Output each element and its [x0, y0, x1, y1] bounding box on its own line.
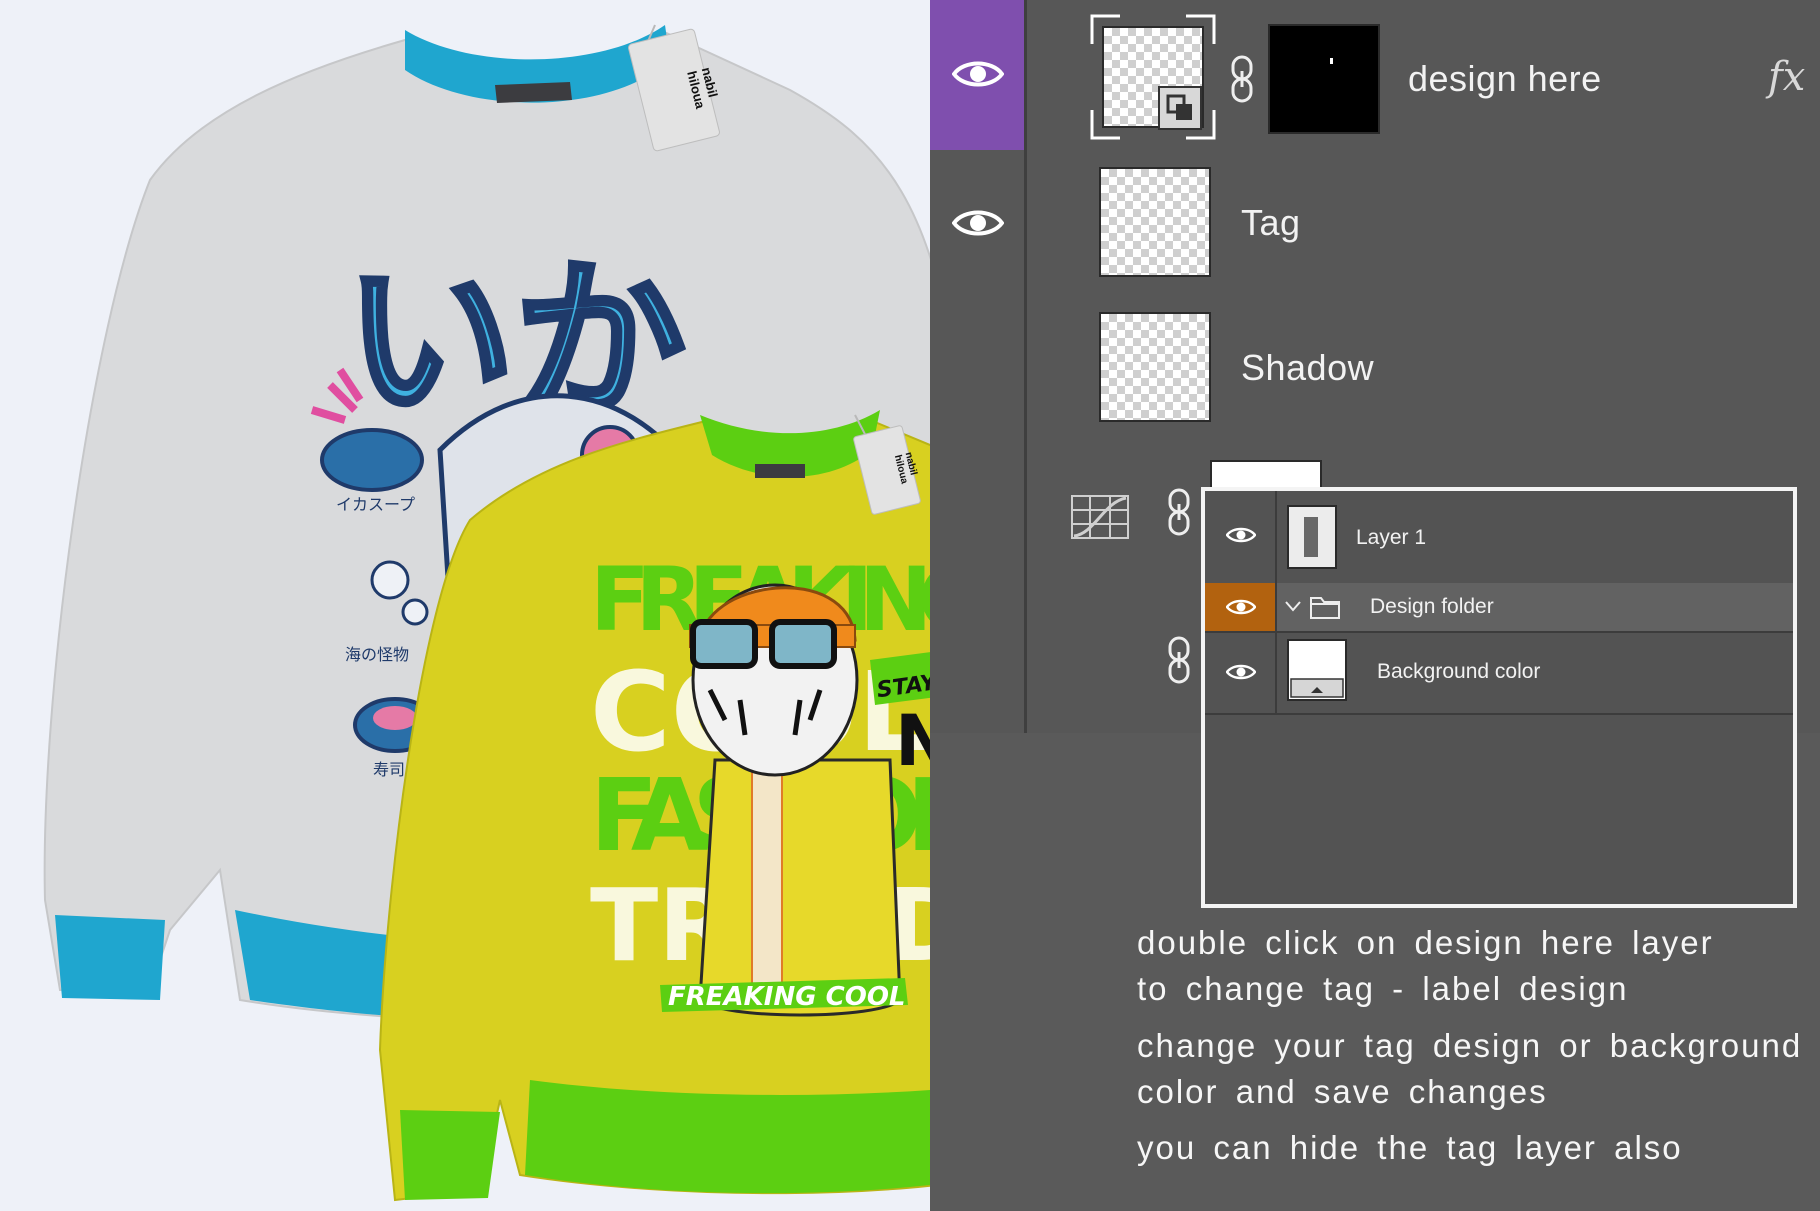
- layer-row-design-here[interactable]: design here fx: [930, 0, 1820, 153]
- inset-layer-name-layer-1[interactable]: Layer 1: [1356, 526, 1426, 550]
- inset-layer-name-background-color[interactable]: Background color: [1377, 660, 1540, 684]
- instruction-line-3: change your tag design or background: [1137, 1027, 1803, 1064]
- soup-bowl-graphic: [320, 428, 424, 492]
- visibility-toggle[interactable]: [1205, 631, 1277, 713]
- tiger-glasses-right-graphic: [769, 619, 837, 669]
- eye-icon[interactable]: [952, 206, 1004, 240]
- eye-icon[interactable]: [1225, 525, 1257, 550]
- layer-name-shadow[interactable]: Shadow: [1241, 347, 1374, 389]
- instruction-line-2: to change tag - label design: [1137, 970, 1629, 1007]
- layer-name-design-here[interactable]: design here: [1408, 58, 1602, 100]
- curves-adjustment-icon: [1070, 494, 1130, 545]
- smart-object-badge-icon: [1158, 86, 1202, 130]
- chevron-down-icon[interactable]: [1285, 599, 1301, 617]
- visibility-toggle[interactable]: [930, 0, 1027, 150]
- tiger-jacket-graphic: [698, 758, 902, 1017]
- tag-layer-thumbnail: [1287, 505, 1337, 569]
- instruction-line-1: double click on design here layer: [1137, 924, 1714, 961]
- visibility-toggle[interactable]: [1205, 491, 1277, 583]
- inset-layer-name-design-folder[interactable]: Design folder: [1370, 595, 1494, 619]
- tiger-glasses-left-graphic: [690, 619, 758, 669]
- bubble-graphic: [401, 598, 429, 626]
- visibility-toggle[interactable]: [930, 588, 1027, 733]
- chain-link-icon[interactable]: [1167, 488, 1191, 541]
- sushi-topping-graphic: [373, 706, 417, 730]
- front-sweatshirt-waistband: [525, 1080, 930, 1194]
- fill-layer-thumbnail[interactable]: [1287, 639, 1347, 701]
- chain-link-icon[interactable]: [1230, 55, 1254, 108]
- front-sweatshirt-left-cuff: [400, 1110, 500, 1200]
- inset-row-layer-1[interactable]: Layer 1: [1205, 491, 1793, 585]
- visibility-toggle[interactable]: [930, 150, 1027, 295]
- visibility-toggle[interactable]: [930, 295, 1027, 440]
- layer-thumbnail: [1099, 167, 1211, 277]
- mask-dot: [1330, 58, 1333, 64]
- folder-icon: [1309, 594, 1341, 625]
- bubble-graphic: [370, 560, 410, 600]
- zoomed-layers-inset: Layer 1 Design folder Background color: [1201, 487, 1797, 908]
- visibility-toggle[interactable]: [930, 440, 1027, 588]
- tag-brand-mark: [1304, 517, 1318, 557]
- inset-row-design-folder[interactable]: Design folder: [1205, 583, 1793, 633]
- chain-link-icon[interactable]: [1167, 636, 1191, 689]
- fill-slider-icon: [1290, 678, 1344, 698]
- front-sweatshirt-neck-label: [755, 464, 805, 478]
- layer-row-tag[interactable]: Tag: [930, 150, 1820, 298]
- front-print-ny: NY: [895, 700, 930, 782]
- instruction-line-4: color and save changes: [1137, 1073, 1548, 1110]
- layer-thumbnail: [1099, 312, 1211, 422]
- instruction-line-5: you can hide the tag layer also: [1137, 1129, 1683, 1166]
- mockup-area: いか イカスープ 海の怪物 寿司 nabil hiloua FRE IN FA …: [0, 0, 930, 1211]
- mockup-canvas: いか イカスープ 海の怪物 寿司 nabil hiloua FRE IN FA …: [43, 24, 930, 1202]
- eye-icon[interactable]: [952, 57, 1004, 91]
- visibility-toggle[interactable]: [1205, 583, 1277, 631]
- eye-icon[interactable]: [1225, 597, 1257, 622]
- back-print-caption-monster: 海の怪物: [345, 645, 409, 664]
- smart-object-thumbnail-frame[interactable]: [1090, 14, 1216, 140]
- front-print-banner: FREAKING COOL: [668, 982, 906, 1012]
- layer-row-shadow[interactable]: Shadow: [930, 295, 1820, 443]
- layer-name-tag[interactable]: Tag: [1241, 202, 1301, 244]
- back-sweatshirt-left-cuff: [55, 915, 165, 1000]
- fx-icon[interactable]: fx: [1768, 54, 1805, 100]
- tiger-shirt-graphic: [751, 769, 783, 991]
- layer-mask-thumbnail[interactable]: [1268, 24, 1380, 134]
- back-sweatshirt-neck-label: [495, 82, 572, 103]
- eye-icon[interactable]: [1225, 662, 1257, 687]
- back-print-caption-soup: イカスープ: [336, 495, 415, 514]
- back-print-caption-sushi: 寿司: [373, 760, 405, 779]
- inset-row-background-color[interactable]: Background color: [1205, 631, 1793, 715]
